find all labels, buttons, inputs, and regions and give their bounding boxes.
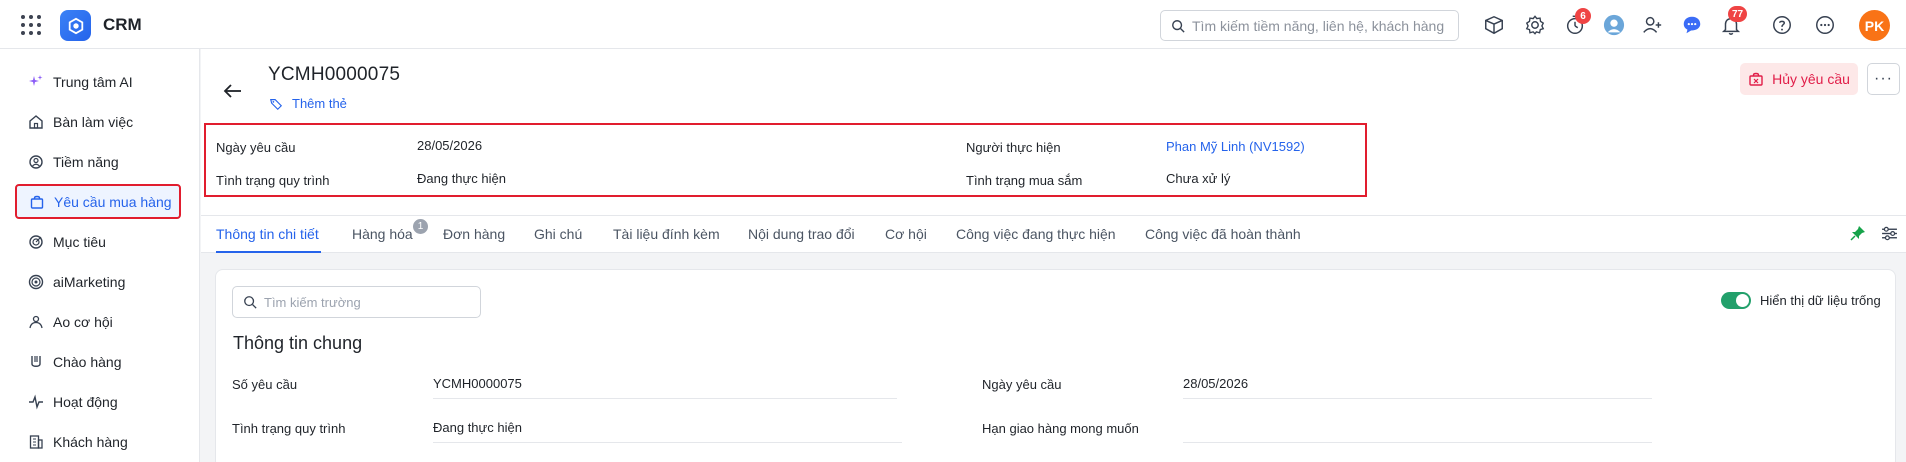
sidebar-item-label: Trung tâm AI <box>53 74 133 90</box>
pond-icon <box>28 314 44 330</box>
sidebar-item-leads[interactable]: Tiềm năng <box>16 146 181 178</box>
sidebar-item-label: Hoạt động <box>53 394 118 410</box>
tab-attachments[interactable]: Tài liệu đính kèm <box>613 226 720 242</box>
shopping-bag-icon <box>29 194 45 210</box>
cancel-request-button[interactable]: Hủy yêu cầu <box>1740 63 1858 95</box>
more-actions-button[interactable]: ··· <box>1867 63 1900 95</box>
sparkle-icon <box>28 74 44 90</box>
sidebar-item-label: Khách hàng <box>53 434 128 450</box>
field-request-no-label: Số yêu cầu <box>232 377 298 392</box>
sidebar-item-goals[interactable]: Mục tiêu <box>16 226 181 258</box>
sidebar-item-ai-center[interactable]: Trung tâm AI <box>16 66 181 98</box>
search-icon <box>244 296 257 309</box>
field-request-date-value[interactable]: 28/05/2026 <box>1183 376 1248 391</box>
building-icon <box>28 434 44 450</box>
summary-assignee-label: Người thực hiện <box>966 140 1061 155</box>
timer-icon[interactable]: 6 <box>1562 8 1591 38</box>
bell-icon[interactable]: 77 <box>1718 6 1748 38</box>
summary-purchase-status: Chưa xử lý <box>1166 171 1231 186</box>
add-user-icon[interactable] <box>1639 12 1665 38</box>
summary-process-status: Đang thực hiện <box>417 171 506 186</box>
sidebar-item-label: Bàn làm việc <box>53 114 134 130</box>
more-options-icon[interactable] <box>1812 12 1838 38</box>
add-tag-label: Thêm thẻ <box>292 96 347 111</box>
sidebar-item-opportunity-pond[interactable]: Ao cơ hội <box>16 306 181 338</box>
tab-discussion[interactable]: Nội dung trao đổi <box>748 226 855 242</box>
sidebar-item-label: Tiềm năng <box>53 154 119 170</box>
field-request-no-value[interactable]: YCMH0000075 <box>433 376 522 391</box>
sidebar-item-customers[interactable]: Khách hàng <box>16 426 181 458</box>
field-underline <box>1183 398 1652 399</box>
help-icon[interactable] <box>1769 12 1795 38</box>
record-title: YCMH0000075 <box>268 64 401 85</box>
sidebar-item-label: aiMarketing <box>53 274 126 290</box>
app-name: CRM <box>103 15 142 34</box>
field-underline <box>1183 442 1652 443</box>
chat-icon[interactable] <box>1679 12 1705 38</box>
field-underline <box>433 442 902 443</box>
tab-settings-icon[interactable] <box>1881 225 1898 242</box>
show-empty-toggle[interactable] <box>1721 292 1751 309</box>
sidebar-item-label: Mục tiêu <box>53 234 106 250</box>
activity-icon <box>28 394 44 410</box>
sidebar-item-purchase-requests[interactable]: Yêu cầu mua hàng <box>15 184 181 219</box>
field-search[interactable] <box>232 286 481 318</box>
notification-badge: 77 <box>1728 6 1748 22</box>
summary-purchase-status-label: Tình trạng mua sắm <box>966 173 1083 188</box>
summary-request-date: 28/05/2026 <box>417 138 483 153</box>
field-process-status-value[interactable]: Đang thực hiện <box>433 420 522 435</box>
back-arrow-icon[interactable] <box>221 79 245 103</box>
home-icon <box>28 114 44 130</box>
tab-tasks-in-progress[interactable]: Công việc đang thực hiện <box>956 226 1116 242</box>
marketing-icon <box>28 274 44 290</box>
tab-tasks-completed[interactable]: Công việc đã hoàn thành <box>1145 226 1301 242</box>
sidebar-item-aimarketing[interactable]: aiMarketing <box>16 266 181 298</box>
global-search[interactable] <box>1160 10 1459 41</box>
tab-orders[interactable]: Đơn hàng <box>443 226 505 242</box>
field-process-status-label: Tình trạng quy trình <box>232 421 346 436</box>
summary-request-date-label: Ngày yêu cầu <box>216 140 296 155</box>
tab-goods-badge: 1 <box>413 219 428 234</box>
gear-icon[interactable] <box>1522 12 1548 38</box>
field-expected-delivery-label: Hạn giao hàng mong muốn <box>982 421 1139 436</box>
apps-grid-icon[interactable] <box>21 15 41 35</box>
quote-icon <box>28 354 44 370</box>
pin-icon[interactable] <box>1850 225 1866 241</box>
top-bar: CRM 6 77 PK <box>0 0 1906 49</box>
global-search-input[interactable] <box>1192 17 1452 34</box>
tab-details[interactable]: Thông tin chi tiết <box>216 226 319 242</box>
tab-notes[interactable]: Ghi chú <box>534 226 582 242</box>
lead-icon <box>28 154 44 170</box>
tag-icon <box>270 98 283 110</box>
user-avatar-icon[interactable] <box>1601 12 1627 38</box>
timer-badge: 6 <box>1575 8 1591 24</box>
cancel-request-label: Hủy yêu cầu <box>1772 71 1850 87</box>
search-icon <box>1172 19 1185 33</box>
show-empty-label: Hiển thị dữ liệu trống <box>1760 293 1881 308</box>
sidebar-item-desk[interactable]: Bàn làm việc <box>16 106 181 138</box>
add-tag-button[interactable]: Thêm thẻ <box>269 96 347 111</box>
tab-goods[interactable]: Hàng hóa <box>352 226 413 242</box>
target-icon <box>28 234 44 250</box>
user-avatar[interactable]: PK <box>1859 10 1890 41</box>
show-empty-toggle-wrap: Hiển thị dữ liệu trống <box>1721 292 1881 309</box>
summary-process-status-label: Tình trạng quy trình <box>216 173 330 188</box>
summary-assignee-link[interactable]: Phan Mỹ Linh (NV1592) <box>1166 139 1305 154</box>
sidebar-item-label: Chào hàng <box>53 354 122 370</box>
cancel-bag-icon <box>1749 72 1763 86</box>
sidebar-item-label: Yêu cầu mua hàng <box>54 193 172 210</box>
tab-opportunities[interactable]: Cơ hội <box>885 226 927 242</box>
sidebar-item-activities[interactable]: Hoạt động <box>16 386 181 418</box>
crm-logo-icon[interactable] <box>60 10 91 41</box>
field-search-input[interactable] <box>264 294 474 310</box>
field-underline <box>433 398 897 399</box>
field-request-date-label: Ngày yêu cầu <box>982 377 1062 392</box>
sidebar-item-label: Ao cơ hội <box>53 314 113 330</box>
box-search-icon[interactable] <box>1481 12 1507 38</box>
sidebar-item-quotes[interactable]: Chào hàng <box>16 346 181 378</box>
section-title: Thông tin chung <box>233 333 363 353</box>
